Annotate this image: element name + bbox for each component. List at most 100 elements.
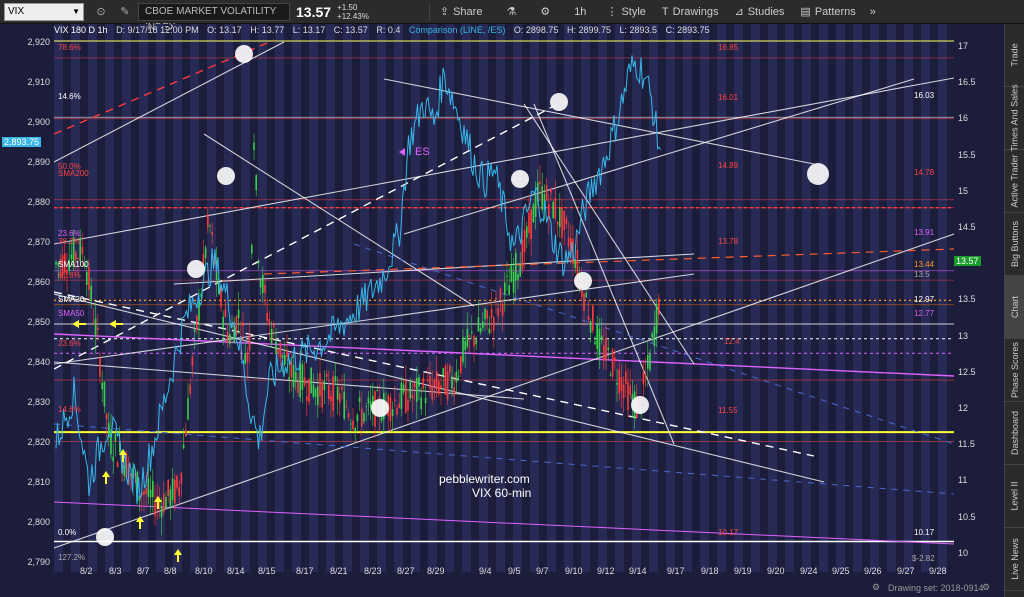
current-es-price-label: 2,893.75	[2, 137, 42, 147]
session-stripe	[343, 24, 352, 572]
vix-candle-body	[314, 388, 317, 397]
time-axis-tick-label: 8/21	[330, 566, 348, 576]
pivot-circle-marker	[574, 272, 592, 290]
pivot-circle-marker	[371, 399, 389, 417]
vix-candle-body	[429, 375, 431, 389]
vix-candle-body	[655, 304, 658, 334]
right-level-label: 10.17	[914, 528, 935, 537]
vix-candle-body	[416, 377, 418, 402]
chart-plot-area[interactable]: 78.6% 14.6% 50.0% SMA200 23.6% 38.2% SMA100 61.…	[54, 24, 954, 572]
session-stripe	[309, 24, 318, 572]
edit-icon[interactable]: ✎	[118, 5, 132, 19]
vix-candle-body	[517, 274, 519, 280]
gear-icon[interactable]: ⚙	[872, 582, 880, 593]
vix-candle-body	[341, 386, 343, 390]
vix-candle-body	[226, 331, 229, 343]
session-stripe	[938, 24, 947, 572]
sidebar-tab-dashboard[interactable]: Dashboard	[1005, 402, 1024, 465]
drawings-button[interactable]: T Drawings	[662, 6, 719, 18]
vix-candle-body	[510, 264, 513, 282]
drawings-icon: T	[661, 5, 669, 18]
vix-candle-body	[519, 264, 521, 277]
vix-candle-body	[279, 342, 282, 358]
session-stripe	[785, 24, 794, 572]
vix-candle-body	[149, 489, 152, 498]
vix-candle-body	[143, 491, 145, 496]
left-price-axis: 2,920 2,910 2,900 2,890 2,880 2,870 2,860 2,850…	[0, 24, 54, 572]
vix-candle-body	[629, 385, 631, 395]
interval-button[interactable]: 1h	[574, 6, 586, 18]
studies-button[interactable]: ⊿ Studies	[735, 5, 785, 19]
vix-candle-body	[499, 288, 502, 299]
vix-candle-body	[365, 406, 367, 408]
vix-candle-body	[363, 413, 365, 422]
vix-candle-body	[145, 487, 147, 494]
share-button[interactable]: ⇪ Share	[439, 5, 483, 19]
vix-candle-body	[262, 274, 264, 294]
fib-label: 61.8%	[58, 271, 81, 280]
collapse-button[interactable]: »	[870, 6, 876, 18]
sidebar-tab-phase-scores[interactable]: Phase Scores	[1005, 339, 1024, 402]
vix-candle-body	[642, 372, 645, 385]
sidebar-tab-trade[interactable]: Trade	[1005, 24, 1024, 87]
vix-candle-body	[332, 376, 334, 411]
sidebar-tab-label: Times And Sales	[1010, 84, 1021, 152]
vix-candle-body	[594, 341, 596, 345]
vix-candle-body	[88, 267, 90, 290]
vix-candle-body	[477, 317, 480, 332]
beaker-button[interactable]: ⚗	[506, 5, 516, 18]
vix-candle-body	[259, 279, 262, 288]
pivot-circle-marker	[550, 93, 568, 111]
vix-candle-body	[506, 275, 508, 278]
vix-candle-body	[460, 356, 462, 374]
pivot-circle-marker	[807, 163, 829, 185]
sidebar-tab-times-and-sales[interactable]: Times And Sales	[1005, 84, 1024, 152]
sidebar-tab-level-ii[interactable]: Level II	[1005, 465, 1024, 528]
vix-candle-body	[550, 188, 552, 193]
vix-candle-body	[484, 308, 486, 320]
vix-candle-body	[356, 414, 359, 422]
patterns-button[interactable]: ▤ Patterns	[800, 5, 855, 19]
sidebar-tab-chart[interactable]: Chart	[1005, 276, 1024, 339]
vix-candle-body	[488, 328, 491, 333]
session-stripe	[581, 24, 590, 572]
fib-label: 0.0%	[58, 528, 77, 537]
session-stripe	[207, 24, 216, 572]
session-stripe	[870, 24, 879, 572]
settings-icon[interactable]: ⚙	[982, 582, 990, 593]
price-change: +1.50 +12.43%	[337, 3, 369, 21]
vix-candle-body	[343, 391, 345, 419]
symbol-selector[interactable]: VIX ▼	[4, 2, 84, 21]
lock-icon[interactable]: ⊙	[94, 5, 108, 19]
vix-candle-body	[523, 230, 526, 253]
right-level-label: 12.97	[914, 295, 935, 304]
level-label: 13.78	[718, 237, 739, 246]
right-sidebar: Trade Times And Sales Active Trader Big But…	[1004, 24, 1024, 597]
right-level-label: 13.5	[914, 270, 930, 279]
share-icon: ⇪	[439, 6, 450, 18]
vix-candle-body	[587, 316, 590, 320]
sidebar-tab-active-trader[interactable]: Active Trader	[1005, 150, 1024, 213]
style-button[interactable]: ⋮ Style	[606, 5, 645, 19]
vix-candle-body	[270, 328, 273, 343]
vix-candle-body	[275, 341, 277, 355]
vix-candle-body	[627, 381, 629, 411]
vix-candle-body	[90, 286, 92, 301]
vix-candle-body	[123, 465, 125, 476]
settings-button[interactable]: ⚙	[540, 5, 550, 18]
time-axis-tick-label: 8/2	[80, 566, 93, 576]
sidebar-tab-live-news[interactable]: Live News	[1005, 528, 1024, 591]
vix-candle-body	[561, 206, 563, 238]
time-axis-tick-label: 9/17	[667, 566, 685, 576]
vix-candle-body	[55, 261, 57, 265]
vix-candle-body	[424, 397, 427, 404]
vix-candle-body	[605, 337, 607, 361]
vix-candle-body	[411, 394, 414, 399]
session-stripe	[224, 24, 233, 572]
session-stripe	[122, 24, 131, 572]
vix-candle-body	[526, 226, 528, 238]
vix-candle-body	[457, 375, 460, 377]
sidebar-tab-big-buttons[interactable]: Big Buttons	[1005, 213, 1024, 276]
vix-candle-body	[112, 456, 114, 462]
vix-candle-body	[407, 399, 409, 411]
